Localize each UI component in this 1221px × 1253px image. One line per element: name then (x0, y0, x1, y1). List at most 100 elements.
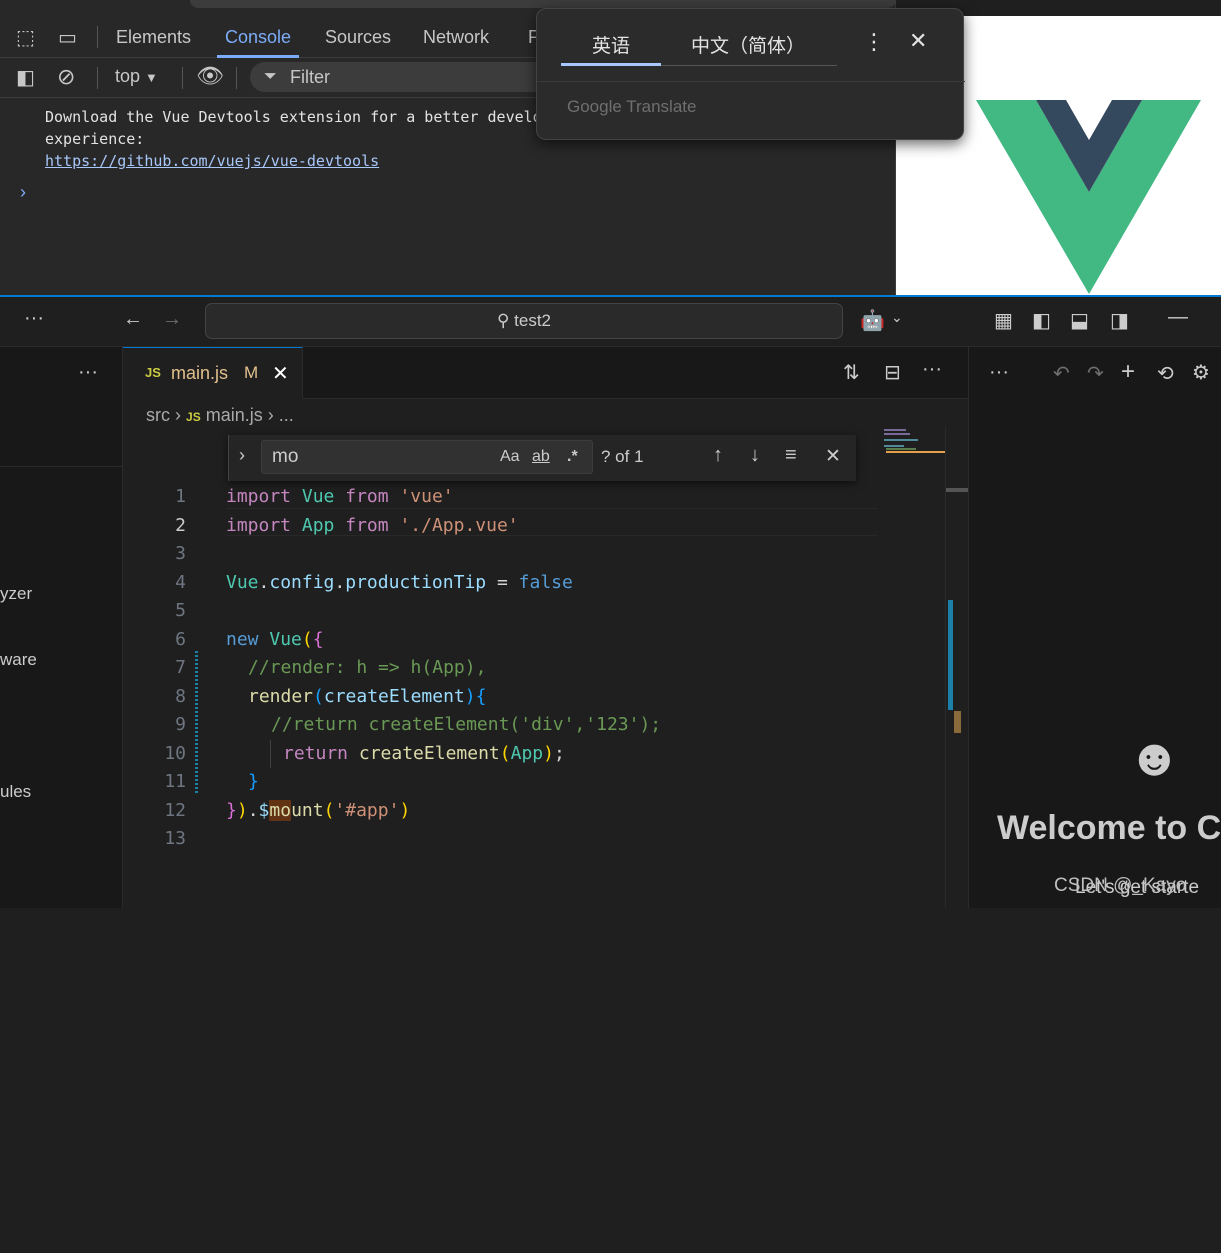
divider (0, 466, 123, 467)
toggle-replace-icon[interactable]: › (239, 445, 245, 466)
find-query: mo (272, 446, 299, 467)
close-icon[interactable]: ✕ (909, 28, 927, 54)
tab-target-language[interactable]: 中文（简体） (691, 31, 805, 58)
close-find-icon[interactable]: ✕ (825, 445, 841, 468)
code-token: return (283, 742, 349, 764)
breadcrumb-symbol[interactable]: ... (279, 405, 294, 425)
active-tab-indicator (561, 63, 661, 66)
tab-network[interactable]: Network (423, 16, 489, 58)
more-actions-icon[interactable]: ··· (24, 307, 44, 330)
forward-arrow-icon[interactable]: → (162, 308, 182, 331)
copilot-icon[interactable]: 🤖 (860, 308, 885, 333)
find-match-highlight: mo (269, 799, 292, 821)
code-token: ) (399, 799, 411, 821)
sidebar-more-icon[interactable]: ··· (78, 361, 98, 384)
code-token: productionTip (345, 571, 487, 593)
editor-scrollbar[interactable] (945, 427, 968, 908)
tab-main-js[interactable]: JS main.js M ✕ (123, 347, 303, 399)
editor-more-icon[interactable]: ··· (922, 358, 942, 381)
modified-badge: M (244, 363, 259, 382)
sidebar-item[interactable]: ware (0, 650, 37, 670)
code-token: $ (258, 799, 270, 821)
clear-console-icon[interactable]: ⊘ (57, 64, 75, 90)
minimap-line (884, 429, 906, 431)
console-prompt-icon[interactable]: › (20, 182, 26, 203)
code-token: false (518, 571, 573, 593)
inspect-element-icon[interactable]: ⬚ (16, 25, 35, 50)
back-arrow-icon[interactable]: ← (123, 308, 143, 331)
minimize-icon[interactable]: — (1168, 306, 1188, 329)
code-token: ( (323, 799, 335, 821)
toggle-secondary-sidebar-icon[interactable]: ◨ (1110, 308, 1129, 333)
undo-icon[interactable]: ↶ (1053, 361, 1070, 386)
close-tab-icon[interactable]: ✕ (272, 361, 289, 386)
line-number: 10 (164, 742, 186, 764)
google-translate-logo: Google Translate (567, 97, 697, 116)
console-message-line: Download the Vue Devtools extension for … (45, 108, 542, 126)
minimap-line (884, 445, 904, 447)
tab-sources[interactable]: Sources (325, 16, 391, 58)
code-area[interactable]: 1 2 3 4 5 6 7 8 9 10 11 12 13 import Vue… (123, 483, 878, 1253)
sidebar-toggle-icon[interactable]: ◧ (16, 65, 35, 90)
devtools-link[interactable]: https://github.com/vuejs/vue-devtools (45, 152, 379, 170)
command-center-search[interactable]: ⚲ test2 (205, 303, 843, 339)
line-number: 5 (175, 600, 186, 621)
search-text: test2 (514, 311, 552, 330)
code-token: Vue (269, 628, 302, 650)
live-expression-eye-icon[interactable]: 👁 (196, 63, 224, 89)
tab-console[interactable]: Console (216, 16, 300, 58)
code-token: ; (553, 742, 565, 764)
code-line: render(createElement){ (248, 683, 486, 712)
chat-panel: ··· ↶ ↷ + ⟲ ⚙ ☻ Welcome to C Let's get s… (968, 347, 1221, 908)
translate-popup: 英语 中文（简体） ⋮ ✕ Google Translate (536, 8, 965, 140)
minimap-find-line (886, 451, 946, 453)
match-case-toggle[interactable]: Aa (500, 441, 520, 473)
next-match-icon[interactable]: ↓ (750, 444, 760, 467)
split-editor-icon[interactable]: ⊟ (884, 360, 901, 385)
code-line: }).$mount('#app') (226, 797, 410, 826)
scrollbar-thumb[interactable] (946, 488, 968, 492)
find-input[interactable]: mo Aa ab .* (261, 440, 593, 474)
whole-word-toggle[interactable]: ab (532, 441, 550, 473)
code-line: return createElement(App); (283, 740, 565, 769)
previous-match-icon[interactable]: ↑ (713, 444, 723, 467)
redo-icon[interactable]: ↷ (1087, 361, 1104, 386)
code-token: from (345, 486, 389, 507)
context-selector[interactable]: top ▼ (115, 66, 158, 87)
code-token: . (334, 571, 346, 593)
code-token: ) (236, 799, 248, 821)
js-file-icon: JS (186, 410, 201, 424)
chat-more-icon[interactable]: ··· (989, 361, 1009, 384)
open-changes-icon[interactable]: ⇅ (843, 360, 860, 385)
customize-layout-icon[interactable]: ▦ (994, 308, 1013, 333)
code-line: } (248, 771, 259, 792)
code-token: = (486, 571, 519, 593)
tab-source-language[interactable]: 英语 (592, 31, 630, 58)
tab-elements[interactable]: Elements (116, 16, 191, 58)
more-options-icon[interactable]: ⋮ (863, 29, 885, 55)
find-in-selection-icon[interactable]: ≡ (785, 444, 797, 467)
breadcrumb-folder[interactable]: src (146, 405, 170, 425)
chevron-down-icon: ▼ (145, 70, 158, 85)
toggle-primary-sidebar-icon[interactable]: ◧ (1032, 308, 1051, 333)
chevron-down-icon[interactable]: ⌄ (891, 309, 903, 326)
sidebar-item[interactable]: yzer (0, 584, 32, 604)
code-token: 'vue' (399, 486, 454, 507)
breadcrumb: src › JS main.js › ... (146, 405, 294, 426)
code-token: createElement (358, 742, 500, 764)
sidebar-item[interactable]: ules (0, 782, 31, 802)
new-chat-plus-icon[interactable]: + (1121, 358, 1135, 386)
top-scroll-strip (190, 0, 896, 8)
code-token: ( (499, 742, 511, 764)
code-token: '#app' (334, 799, 400, 821)
toggle-panel-icon[interactable]: ⬓ (1070, 308, 1089, 333)
minimap-line (884, 439, 918, 441)
filter-input[interactable]: ⏷ Filter (250, 62, 570, 92)
history-icon[interactable]: ⟲ (1157, 361, 1174, 386)
device-toolbar-icon[interactable]: ▭ (58, 25, 77, 50)
regex-toggle[interactable]: .* (567, 441, 578, 473)
settings-gear-icon[interactable]: ⚙ (1192, 360, 1210, 385)
code-token: ) (464, 685, 476, 707)
code-token: ) (543, 742, 554, 764)
breadcrumb-file[interactable]: main.js (206, 405, 263, 425)
